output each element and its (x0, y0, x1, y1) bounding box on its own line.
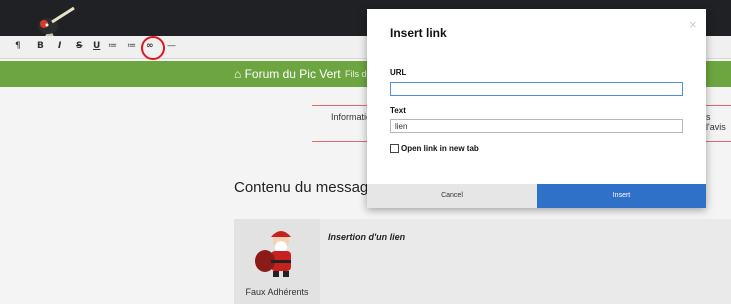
unordered-list-button[interactable]: ≔ (108, 39, 117, 53)
bold-button[interactable]: B (37, 39, 44, 53)
new-tab-label: Open link in new tab (401, 144, 479, 153)
horizontal-rule-button[interactable]: — (167, 39, 176, 53)
link-button-highlight-circle (141, 36, 165, 60)
information-tab[interactable]: Informatic (331, 112, 371, 122)
text-label: Text (390, 106, 406, 115)
italic-button[interactable]: I (58, 39, 61, 53)
nav-home-label: Forum du Pic Vert (244, 67, 341, 81)
ordered-list-button[interactable]: ≔ (127, 39, 136, 53)
avis-tab[interactable]: s l'avis (706, 112, 731, 132)
underline-button[interactable]: U (93, 39, 100, 53)
cancel-button[interactable]: Cancel (367, 184, 537, 208)
insert-link-dialog: Insert link × URL Text Open link in new … (367, 9, 706, 208)
url-input[interactable] (390, 82, 683, 96)
insert-button[interactable]: Insert (537, 184, 706, 208)
new-tab-checkbox[interactable] (390, 144, 399, 153)
dialog-title: Insert link (390, 26, 447, 40)
section-title: Contenu du message (234, 179, 377, 196)
message-title: Insertion d'un lien (328, 232, 406, 242)
page: ¶ B I S U ≔ ≔ ∞ — ⌂ Forum du Pic Vert Fi… (0, 0, 731, 304)
close-icon[interactable]: × (689, 17, 697, 32)
home-icon: ⌂ (234, 67, 242, 81)
author-name[interactable]: Faux Adhérents (234, 287, 320, 297)
nav-sub-link[interactable]: Fils d (345, 69, 367, 79)
author-panel: Faux Adhérents (234, 219, 320, 304)
paragraph-button[interactable]: ¶ (15, 39, 21, 53)
text-input[interactable] (390, 119, 683, 133)
strikethrough-button[interactable]: S (76, 39, 82, 53)
nav-home-link[interactable]: ⌂ Forum du Pic Vert (234, 67, 341, 81)
new-tab-option[interactable]: Open link in new tab (390, 144, 479, 153)
santa-avatar (255, 231, 291, 277)
message-card: Faux Adhérents Insertion d'un lien (234, 219, 731, 304)
url-label: URL (390, 68, 407, 77)
